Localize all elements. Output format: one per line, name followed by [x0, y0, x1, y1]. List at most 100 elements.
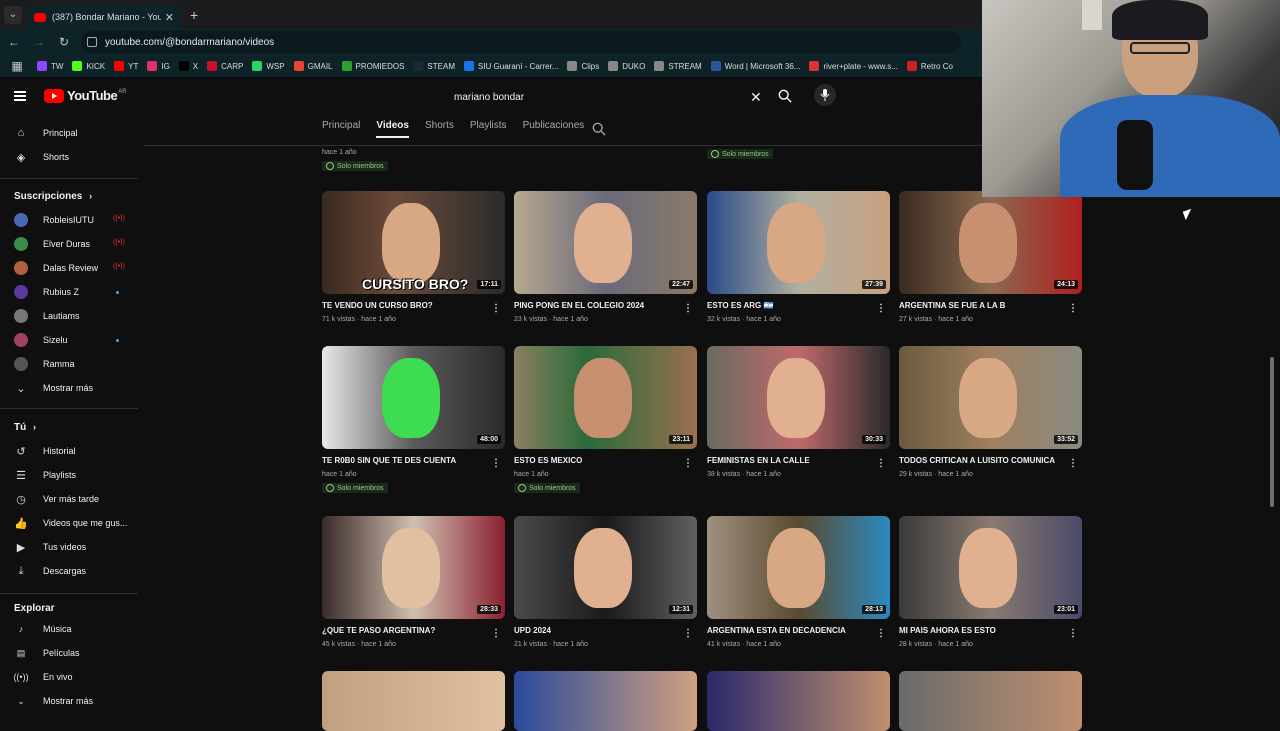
clear-search-icon[interactable]: ✕ — [750, 89, 762, 106]
video-title[interactable]: PING PONG EN EL COLEGIO 2024 — [514, 301, 684, 310]
new-tab-icon[interactable]: + — [190, 7, 198, 23]
sidebar-item-you[interactable]: ☰ Playlists — [14, 465, 76, 485]
video-card[interactable]: 24:13 ARGENTINA SE FUE A LA B 27 k vistas … — [899, 191, 1082, 323]
sidebar-item-you[interactable]: 👍 Videos que me gus... — [14, 513, 127, 533]
more-actions-icon[interactable]: ⋮ — [683, 303, 693, 314]
sidebar-item-explore[interactable]: ▤ Películas — [14, 643, 80, 663]
video-thumbnail[interactable]: 28:13 — [707, 516, 890, 619]
more-actions-icon[interactable]: ⋮ — [1068, 303, 1078, 314]
url-field[interactable]: youtube.com/@bondarmariano/videos — [81, 31, 961, 53]
video-card[interactable]: 27:39 ESTO ES ARG 🇦🇷 32 k vistas · hace 1 … — [707, 191, 890, 323]
bookmark-item[interactable]: X — [178, 61, 198, 71]
reload-icon[interactable]: ↻ — [53, 35, 75, 49]
video-title[interactable]: TE R0B0 SIN QUE TE DES CUENTA — [322, 456, 492, 465]
bookmark-item[interactable]: PROMIEDOS — [341, 61, 404, 71]
video-thumbnail[interactable]: 23:11 — [514, 346, 697, 449]
forward-icon[interactable]: → — [28, 35, 50, 49]
sidebar-item-explore[interactable]: ♪ Música — [14, 619, 72, 639]
video-thumbnail[interactable] — [707, 671, 890, 731]
bookmark-item[interactable]: river+plate - www.s... — [809, 61, 898, 71]
video-thumbnail[interactable] — [322, 671, 505, 731]
youtube-logo[interactable]: YouTube AR — [14, 88, 127, 103]
video-card[interactable]: 33:52 TODOS CRITICAN A LUISITO COMUNICA 29… — [899, 346, 1082, 478]
bookmark-item[interactable]: STREAM — [654, 61, 702, 71]
site-info-icon[interactable] — [87, 37, 97, 47]
sidebar-item-you[interactable]: ▶ Tus videos — [14, 537, 86, 557]
bookmark-item[interactable]: TW — [37, 61, 63, 71]
voice-search-button[interactable] — [814, 84, 836, 106]
subscription-item[interactable]: Ramma — [14, 354, 75, 374]
video-card[interactable]: 12:31 UPD 2024 21 k vistas · hace 1 año ⋮ — [514, 516, 697, 648]
tab-publicaciones[interactable]: Publicaciones — [523, 120, 585, 138]
subscription-item[interactable]: Elver Duras — [14, 234, 90, 254]
apps-grid-icon[interactable]: ▦ — [6, 59, 28, 73]
video-card[interactable]: CURSITO BRO? 17:11 TE VENDO UN CURSO BRO? 7… — [322, 191, 505, 323]
bookmark-item[interactable]: Retro Co — [906, 61, 953, 71]
video-thumbnail[interactable]: CURSITO BRO? 17:11 — [322, 191, 505, 294]
subscriptions-header[interactable]: Suscripciones › — [14, 191, 92, 202]
sidebar-item-you[interactable]: ↺ Historial — [14, 441, 75, 461]
search-input[interactable]: mariano bondar — [444, 92, 744, 103]
scrollbar-thumb[interactable] — [1270, 357, 1274, 507]
subscription-item[interactable]: Rubius Z — [14, 282, 79, 302]
video-thumbnail[interactable]: 12:31 — [514, 516, 697, 619]
video-title[interactable]: ARGENTINA ESTA EN DECADENCIA — [707, 626, 877, 635]
sidebar-item-explore[interactable]: ((•)) En vivo — [13, 667, 72, 687]
video-card[interactable]: 48:00 TE R0B0 SIN QUE TE DES CUENTA hace 1… — [322, 346, 505, 497]
more-actions-icon[interactable]: ⋮ — [491, 628, 501, 639]
bookmark-item[interactable]: CARP — [207, 61, 243, 71]
video-title[interactable]: FEMINISTAS EN LA CALLE — [707, 456, 877, 465]
sidebar-item-home[interactable]: ⌂ Principal — [14, 123, 78, 143]
bookmark-item[interactable]: KICK — [72, 61, 105, 71]
show-more-subs-button[interactable]: ⌄ Mostrar más — [14, 378, 93, 398]
bookmark-item[interactable]: STEAM — [413, 61, 455, 71]
video-title[interactable]: ¿QUE TE PASO ARGENTINA? — [322, 626, 492, 635]
video-title[interactable]: ESTO ES MEXICO — [514, 456, 684, 465]
bookmark-item[interactable]: GMAIL — [293, 61, 333, 71]
channel-search-icon[interactable] — [592, 122, 606, 136]
more-actions-icon[interactable]: ⋮ — [1068, 628, 1078, 639]
more-actions-icon[interactable]: ⋮ — [683, 628, 693, 639]
bookmark-item[interactable]: IG — [147, 61, 170, 71]
subscription-item[interactable]: RobleisIUTU — [14, 210, 94, 230]
browser-tab-youtube[interactable]: (387) Bondar Mariano - YouTube ✕ — [28, 5, 180, 29]
sidebar-item-you[interactable]: ◷ Ver más tarde — [14, 489, 99, 509]
video-title[interactable]: UPD 2024 — [514, 626, 684, 635]
tab-playlists[interactable]: Playlists — [470, 120, 507, 138]
tab-videos[interactable]: Videos — [376, 120, 409, 138]
video-card[interactable]: 30:33 FEMINISTAS EN LA CALLE 38 k vistas ·… — [707, 346, 890, 478]
subscription-item[interactable]: Dalas Review — [14, 258, 98, 278]
search-icon[interactable] — [778, 89, 792, 103]
video-thumbnail[interactable]: 24:13 — [899, 191, 1082, 294]
back-icon[interactable]: ← — [3, 35, 25, 49]
subscription-item[interactable]: Sizelu — [14, 330, 68, 350]
video-title[interactable]: ESTO ES ARG 🇦🇷 — [707, 301, 877, 310]
hamburger-menu-icon[interactable] — [14, 90, 26, 101]
bookmark-item[interactable]: Word | Microsoft 36... — [710, 61, 800, 71]
video-card[interactable]: 28:13 ARGENTINA ESTA EN DECADENCIA 41 k vi… — [707, 516, 890, 648]
video-title[interactable]: MI PAIS AHORA ES ESTO — [899, 626, 1069, 635]
video-thumbnail[interactable]: 48:00 — [322, 346, 505, 449]
search-bar[interactable]: mariano bondar ✕ — [444, 84, 804, 110]
close-tab-icon[interactable]: ✕ — [165, 11, 174, 24]
video-card[interactable]: 23:11 ESTO ES MEXICO hace 1 año Solo miembr… — [514, 346, 697, 497]
more-actions-icon[interactable]: ⋮ — [683, 458, 693, 469]
bookmark-item[interactable]: WSP — [252, 61, 285, 71]
more-actions-icon[interactable]: ⋮ — [491, 303, 501, 314]
more-actions-icon[interactable]: ⋮ — [876, 458, 886, 469]
bookmark-item[interactable]: YT — [114, 61, 138, 71]
tab-shorts[interactable]: Shorts — [425, 120, 454, 138]
video-thumbnail[interactable]: 27:39 — [707, 191, 890, 294]
you-header[interactable]: Tú › — [14, 422, 36, 433]
video-thumbnail[interactable]: 22:47 — [514, 191, 697, 294]
bookmark-item[interactable]: DUKO — [608, 61, 645, 71]
video-card[interactable]: 28:33 ¿QUE TE PASO ARGENTINA? 45 k vistas … — [322, 516, 505, 648]
video-thumbnail[interactable]: 23:01 — [899, 516, 1082, 619]
more-actions-icon[interactable]: ⋮ — [876, 628, 886, 639]
video-title[interactable]: TODOS CRITICAN A LUISITO COMUNICA — [899, 456, 1069, 465]
sidebar-item-shorts[interactable]: ◈ Shorts — [14, 147, 69, 167]
more-actions-icon[interactable]: ⋮ — [876, 303, 886, 314]
tab-principal[interactable]: Principal — [322, 120, 360, 138]
video-title[interactable]: ARGENTINA SE FUE A LA B — [899, 301, 1069, 310]
bookmark-item[interactable]: SIU Guaraní - Carrer... — [463, 61, 558, 71]
